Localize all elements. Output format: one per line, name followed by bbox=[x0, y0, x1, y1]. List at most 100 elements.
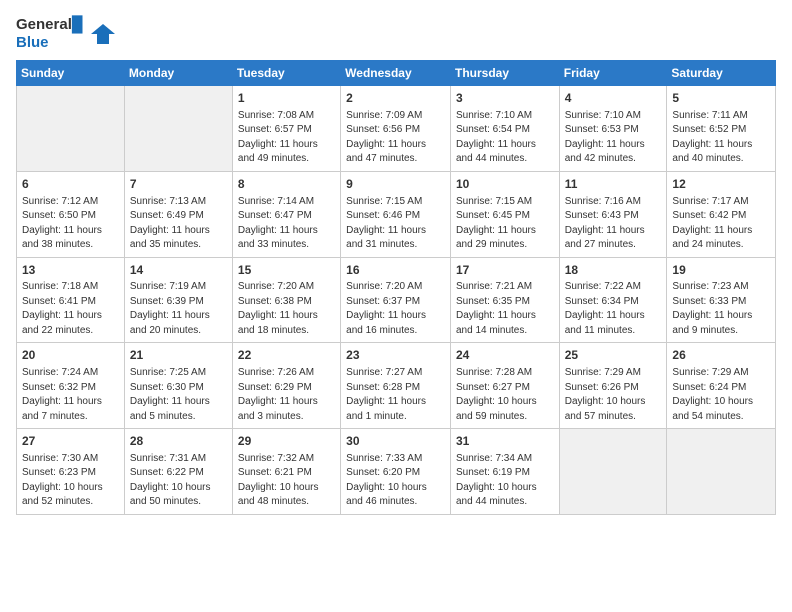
day-number: 31 bbox=[456, 433, 554, 450]
calendar-day-cell: 27 Sunrise: 7:30 AM Sunset: 6:23 PM Dayli… bbox=[17, 429, 125, 515]
calendar-weekday-header: Wednesday bbox=[341, 61, 451, 86]
calendar-table: SundayMondayTuesdayWednesdayThursdayFrid… bbox=[16, 60, 776, 515]
day-number: 27 bbox=[22, 433, 119, 450]
calendar-day-cell: 17Sunrise: 7:21 AM Sunset: 6:35 PM Dayli… bbox=[450, 257, 559, 343]
calendar-day-cell: 25 Sunrise: 7:29 AM Sunset: 6:26 PM Dayli… bbox=[559, 343, 667, 429]
calendar-weekday-header: Saturday bbox=[667, 61, 776, 86]
calendar-day-cell: 7 Sunrise: 7:13 AM Sunset: 6:49 PM Daylig… bbox=[124, 171, 232, 257]
calendar-weekday-header: Friday bbox=[559, 61, 667, 86]
day-info: Sunrise: 7:18 AM Sunset: 6:41 PM Dayligh… bbox=[22, 280, 119, 338]
day-info: Sunrise: 7:15 AM Sunset: 6:45 PM Dayligh… bbox=[456, 195, 554, 253]
day-info: Sunrise: 7:22 AM Sunset: 6:34 PM Dayligh… bbox=[565, 280, 662, 338]
day-number: 15 bbox=[238, 262, 335, 279]
day-info: Sunrise: 7:32 AM Sunset: 6:21 PM Dayligh… bbox=[238, 452, 335, 510]
calendar-day-cell bbox=[17, 86, 125, 172]
day-number: 30 bbox=[346, 433, 445, 450]
day-info: Sunrise: 7:34 AM Sunset: 6:19 PM Dayligh… bbox=[456, 452, 554, 510]
calendar-day-cell: 20 Sunrise: 7:24 AM Sunset: 6:32 PM Dayli… bbox=[17, 343, 125, 429]
logo-bird-icon bbox=[89, 20, 117, 48]
day-info: Sunrise: 7:15 AM Sunset: 6:46 PM Dayligh… bbox=[346, 195, 445, 253]
calendar-day-cell: 11Sunrise: 7:16 AM Sunset: 6:43 PM Dayli… bbox=[559, 171, 667, 257]
day-info: Sunrise: 7:31 AM Sunset: 6:22 PM Dayligh… bbox=[130, 452, 227, 510]
day-info: Sunrise: 7:21 AM Sunset: 6:35 PM Dayligh… bbox=[456, 280, 554, 338]
day-number: 9 bbox=[346, 176, 445, 193]
day-info: Sunrise: 7:08 AM Sunset: 6:57 PM Dayligh… bbox=[238, 109, 335, 167]
calendar-day-cell: 22 Sunrise: 7:26 AM Sunset: 6:29 PM Dayli… bbox=[232, 343, 340, 429]
day-info: Sunrise: 7:26 AM Sunset: 6:29 PM Dayligh… bbox=[238, 366, 335, 424]
calendar-week-row: 6 Sunrise: 7:12 AM Sunset: 6:50 PM Daylig… bbox=[17, 171, 776, 257]
calendar-day-cell: 26 Sunrise: 7:29 AM Sunset: 6:24 PM Dayli… bbox=[667, 343, 776, 429]
day-info: Sunrise: 7:29 AM Sunset: 6:26 PM Dayligh… bbox=[565, 366, 662, 424]
day-number: 28 bbox=[130, 433, 227, 450]
calendar-day-cell: 1 Sunrise: 7:08 AM Sunset: 6:57 PM Daylig… bbox=[232, 86, 340, 172]
calendar-day-cell: 6 Sunrise: 7:12 AM Sunset: 6:50 PM Daylig… bbox=[17, 171, 125, 257]
calendar-weekday-header: Sunday bbox=[17, 61, 125, 86]
day-number: 19 bbox=[672, 262, 770, 279]
calendar-day-cell: 5Sunrise: 7:11 AM Sunset: 6:52 PM Daylig… bbox=[667, 86, 776, 172]
day-info: Sunrise: 7:29 AM Sunset: 6:24 PM Dayligh… bbox=[672, 366, 770, 424]
day-number: 14 bbox=[130, 262, 227, 279]
day-number: 10 bbox=[456, 176, 554, 193]
day-number: 6 bbox=[22, 176, 119, 193]
calendar-weekday-header: Tuesday bbox=[232, 61, 340, 86]
calendar-day-cell: 30Sunrise: 7:33 AM Sunset: 6:20 PM Dayli… bbox=[341, 429, 451, 515]
day-number: 26 bbox=[672, 347, 770, 364]
calendar-day-cell: 3Sunrise: 7:10 AM Sunset: 6:54 PM Daylig… bbox=[450, 86, 559, 172]
logo-blue: Blue bbox=[16, 34, 49, 52]
calendar-day-cell: 21 Sunrise: 7:25 AM Sunset: 6:30 PM Dayli… bbox=[124, 343, 232, 429]
day-number: 4 bbox=[565, 90, 662, 107]
day-info: Sunrise: 7:30 AM Sunset: 6:23 PM Dayligh… bbox=[22, 452, 119, 510]
day-info: Sunrise: 7:10 AM Sunset: 6:54 PM Dayligh… bbox=[456, 109, 554, 167]
calendar-day-cell bbox=[667, 429, 776, 515]
day-number: 29 bbox=[238, 433, 335, 450]
calendar-day-cell: 31 Sunrise: 7:34 AM Sunset: 6:19 PM Dayli… bbox=[450, 429, 559, 515]
day-info: Sunrise: 7:20 AM Sunset: 6:37 PM Dayligh… bbox=[346, 280, 445, 338]
calendar-day-cell: 2Sunrise: 7:09 AM Sunset: 6:56 PM Daylig… bbox=[341, 86, 451, 172]
day-info: Sunrise: 7:17 AM Sunset: 6:42 PM Dayligh… bbox=[672, 195, 770, 253]
calendar-day-cell: 14Sunrise: 7:19 AM Sunset: 6:39 PM Dayli… bbox=[124, 257, 232, 343]
day-info: Sunrise: 7:12 AM Sunset: 6:50 PM Dayligh… bbox=[22, 195, 119, 253]
day-number: 18 bbox=[565, 262, 662, 279]
day-number: 5 bbox=[672, 90, 770, 107]
calendar-weekday-header: Thursday bbox=[450, 61, 559, 86]
day-number: 7 bbox=[130, 176, 227, 193]
calendar-day-cell: 13Sunrise: 7:18 AM Sunset: 6:41 PM Dayli… bbox=[17, 257, 125, 343]
day-info: Sunrise: 7:20 AM Sunset: 6:38 PM Dayligh… bbox=[238, 280, 335, 338]
day-number: 20 bbox=[22, 347, 119, 364]
day-number: 21 bbox=[130, 347, 227, 364]
day-number: 24 bbox=[456, 347, 554, 364]
day-info: Sunrise: 7:28 AM Sunset: 6:27 PM Dayligh… bbox=[456, 366, 554, 424]
calendar-day-cell: 15Sunrise: 7:20 AM Sunset: 6:38 PM Dayli… bbox=[232, 257, 340, 343]
calendar-weekday-header: Monday bbox=[124, 61, 232, 86]
calendar-day-cell: 18Sunrise: 7:22 AM Sunset: 6:34 PM Dayli… bbox=[559, 257, 667, 343]
day-number: 25 bbox=[565, 347, 662, 364]
day-info: Sunrise: 7:16 AM Sunset: 6:43 PM Dayligh… bbox=[565, 195, 662, 253]
day-number: 1 bbox=[238, 90, 335, 107]
calendar-day-cell: 19Sunrise: 7:23 AM Sunset: 6:33 PM Dayli… bbox=[667, 257, 776, 343]
calendar-week-row: 20 Sunrise: 7:24 AM Sunset: 6:32 PM Dayli… bbox=[17, 343, 776, 429]
day-info: Sunrise: 7:25 AM Sunset: 6:30 PM Dayligh… bbox=[130, 366, 227, 424]
day-info: Sunrise: 7:09 AM Sunset: 6:56 PM Dayligh… bbox=[346, 109, 445, 167]
calendar-day-cell: 8 Sunrise: 7:14 AM Sunset: 6:47 PM Daylig… bbox=[232, 171, 340, 257]
day-info: Sunrise: 7:19 AM Sunset: 6:39 PM Dayligh… bbox=[130, 280, 227, 338]
day-info: Sunrise: 7:10 AM Sunset: 6:53 PM Dayligh… bbox=[565, 109, 662, 167]
calendar-day-cell: 4 Sunrise: 7:10 AM Sunset: 6:53 PM Daylig… bbox=[559, 86, 667, 172]
day-number: 22 bbox=[238, 347, 335, 364]
calendar-day-cell: 24 Sunrise: 7:28 AM Sunset: 6:27 PM Dayli… bbox=[450, 343, 559, 429]
day-info: Sunrise: 7:27 AM Sunset: 6:28 PM Dayligh… bbox=[346, 366, 445, 424]
calendar-day-cell: 9 Sunrise: 7:15 AM Sunset: 6:46 PM Daylig… bbox=[341, 171, 451, 257]
calendar-day-cell: 10 Sunrise: 7:15 AM Sunset: 6:45 PM Dayli… bbox=[450, 171, 559, 257]
day-number: 17 bbox=[456, 262, 554, 279]
day-number: 13 bbox=[22, 262, 119, 279]
calendar-day-cell: 29 Sunrise: 7:32 AM Sunset: 6:21 PM Dayli… bbox=[232, 429, 340, 515]
day-number: 8 bbox=[238, 176, 335, 193]
calendar-week-row: 1 Sunrise: 7:08 AM Sunset: 6:57 PM Daylig… bbox=[17, 86, 776, 172]
day-number: 12 bbox=[672, 176, 770, 193]
day-info: Sunrise: 7:13 AM Sunset: 6:49 PM Dayligh… bbox=[130, 195, 227, 253]
page-header: General█ Blue bbox=[16, 16, 776, 52]
calendar-day-cell: 28 Sunrise: 7:31 AM Sunset: 6:22 PM Dayli… bbox=[124, 429, 232, 515]
logo-general: General█ bbox=[16, 16, 83, 34]
day-info: Sunrise: 7:14 AM Sunset: 6:47 PM Dayligh… bbox=[238, 195, 335, 253]
day-info: Sunrise: 7:24 AM Sunset: 6:32 PM Dayligh… bbox=[22, 366, 119, 424]
calendar-day-cell: 23Sunrise: 7:27 AM Sunset: 6:28 PM Dayli… bbox=[341, 343, 451, 429]
